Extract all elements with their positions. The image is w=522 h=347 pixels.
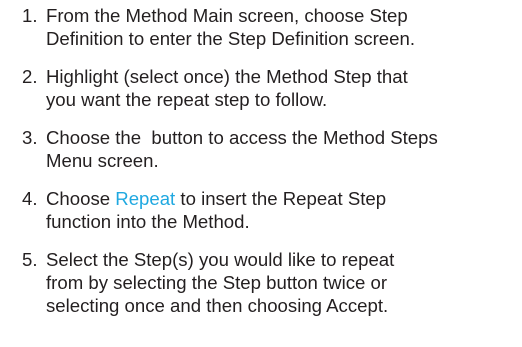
step-3: 3. Choose the button to access the Metho… bbox=[22, 126, 517, 172]
step-line: from by selecting the Step button twice … bbox=[46, 272, 388, 293]
step-line: Highlight (select once) the Method Step … bbox=[46, 66, 408, 87]
repeat-link[interactable]: Repeat bbox=[115, 188, 175, 209]
step-text-before: Choose bbox=[46, 188, 116, 209]
step-line: Definition to enter the Step Definition … bbox=[46, 28, 415, 49]
step-line: selecting once and then choosing Accept. bbox=[46, 295, 389, 316]
step-text: From the Method Main screen, choose Step… bbox=[46, 4, 517, 50]
step-line: From the Method Main screen, choose Step bbox=[46, 5, 408, 26]
step-number: 4. bbox=[22, 188, 38, 209]
step-5: 5. Select the Step(s) you would like to … bbox=[22, 248, 517, 317]
step-number: 3. bbox=[22, 127, 38, 148]
step-1: 1. From the Method Main screen, choose S… bbox=[22, 4, 517, 50]
step-line: you want the repeat step to follow. bbox=[46, 89, 328, 110]
step-line: Select the Step(s) you would like to rep… bbox=[46, 249, 395, 270]
step-2: 2. Highlight (select once) the Method St… bbox=[22, 65, 517, 111]
step-text: Select the Step(s) you would like to rep… bbox=[46, 248, 517, 317]
step-number: 2. bbox=[22, 66, 38, 87]
step-text: Highlight (select once) the Method Step … bbox=[46, 65, 517, 111]
step-line: Menu screen. bbox=[46, 150, 159, 171]
instruction-list: 1. From the Method Main screen, choose S… bbox=[22, 4, 517, 332]
step-text: Choose Repeat to insert the Repeat Step … bbox=[46, 187, 517, 233]
step-number: 5. bbox=[22, 249, 38, 270]
step-text-after: to insert the Repeat Step bbox=[175, 188, 387, 209]
step-text: Choose the button to access the Method S… bbox=[46, 126, 517, 172]
step-line: function into the Method. bbox=[46, 211, 250, 232]
step-number: 1. bbox=[22, 5, 38, 26]
step-4: 4. Choose Repeat to insert the Repeat St… bbox=[22, 187, 517, 233]
step-line: Choose the button to access the Method S… bbox=[46, 127, 438, 148]
